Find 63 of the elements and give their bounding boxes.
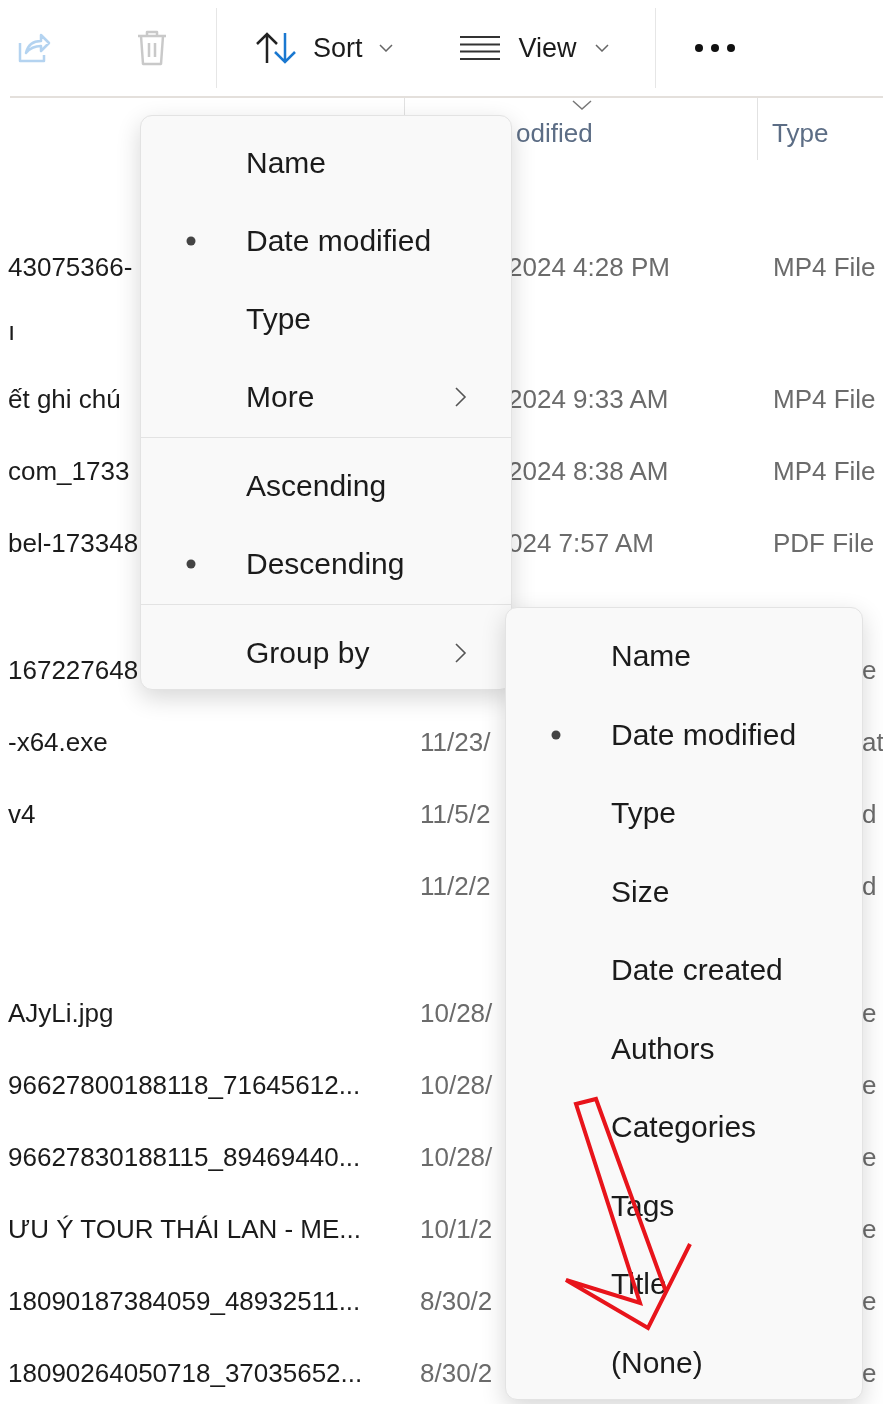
date-cell: 11/5/2 <box>420 798 491 829</box>
menu-item[interactable]: Name <box>141 124 511 202</box>
file-name: v4 <box>8 798 36 829</box>
file-name: AJyLi.jpg <box>8 997 114 1028</box>
chevron-down-icon <box>378 44 393 52</box>
date-cell: 11/23/ <box>420 726 491 757</box>
file-name: ết ghi chú <box>8 383 121 414</box>
menu-item[interactable]: Date created <box>506 931 862 1010</box>
sort-icon <box>255 31 297 65</box>
file-name: 96627830188115_89469440... <box>8 1141 361 1172</box>
type-cell: e <box>862 1357 877 1388</box>
menu-item[interactable]: Type <box>506 774 862 853</box>
chevron-right-icon <box>455 643 467 663</box>
menu-item[interactable]: Date modified <box>506 695 862 774</box>
view-button[interactable]: View <box>458 32 609 64</box>
type-cell: d <box>862 870 877 901</box>
file-name: 18090187384059_48932511... <box>8 1285 361 1316</box>
type-cell: MP4 File <box>773 252 876 282</box>
type-cell: e <box>862 654 877 685</box>
menu-item[interactable]: (None) <box>506 1323 862 1402</box>
type-cell: MP4 File <box>773 383 876 414</box>
menu-item[interactable]: Authors <box>506 1009 862 1088</box>
menu-item[interactable]: Type <box>141 280 511 358</box>
type-cell: e <box>862 1285 877 1316</box>
menu-item[interactable]: Date modified <box>141 202 511 280</box>
column-header[interactable]: odified <box>516 118 593 148</box>
file-name: 96627800188118_71645612... <box>8 1069 361 1100</box>
menu-item[interactable]: More <box>141 358 511 436</box>
date-cell: 11/2/2 <box>420 870 491 901</box>
menu-item[interactable]: Size <box>506 852 862 931</box>
file-name: 18090264050718_37035652... <box>8 1357 363 1388</box>
type-cell: PDF File <box>773 527 875 558</box>
file-name: bel-173348 <box>8 527 139 558</box>
type-cell: e <box>862 997 877 1028</box>
type-cell: e <box>862 1069 877 1100</box>
file-name: com_1733 <box>8 455 130 486</box>
type-cell: MP4 File <box>773 455 876 486</box>
date-cell: 10/28/ <box>420 1069 493 1100</box>
chevron-down-icon <box>594 44 609 52</box>
file-name: 43075366- <box>8 252 133 282</box>
chevron-right-icon <box>455 387 467 407</box>
type-cell: d <box>862 798 877 829</box>
menu-item[interactable]: Descending <box>141 525 511 603</box>
date-cell: 10/28/ <box>420 1141 493 1172</box>
column-header[interactable]: Type <box>772 118 829 148</box>
date-cell: 8/30/2 <box>420 1357 493 1388</box>
sort-button[interactable]: Sort <box>255 31 393 65</box>
type-cell: e <box>862 1141 877 1172</box>
menu-item[interactable]: Categories <box>506 1088 862 1167</box>
file-name: ƯU Ý TOUR THÁI LAN - ME... <box>8 1213 362 1244</box>
type-cell: e <box>862 1213 877 1244</box>
file-name: ı <box>8 315 16 346</box>
menu-item[interactable]: Ascending <box>141 447 511 525</box>
file-name: 167227648 <box>8 654 139 685</box>
date-cell: 8/30/2 <box>420 1285 493 1316</box>
file-name: -x64.exe <box>8 726 108 757</box>
date-cell: 10/1/2 <box>420 1213 493 1244</box>
more-icon <box>693 43 736 53</box>
more-button[interactable] <box>693 43 736 53</box>
type-cell: at <box>862 726 883 757</box>
sort-caret-icon <box>572 100 592 110</box>
date-cell: 10/28/ <box>420 997 493 1028</box>
list-icon <box>458 35 501 61</box>
